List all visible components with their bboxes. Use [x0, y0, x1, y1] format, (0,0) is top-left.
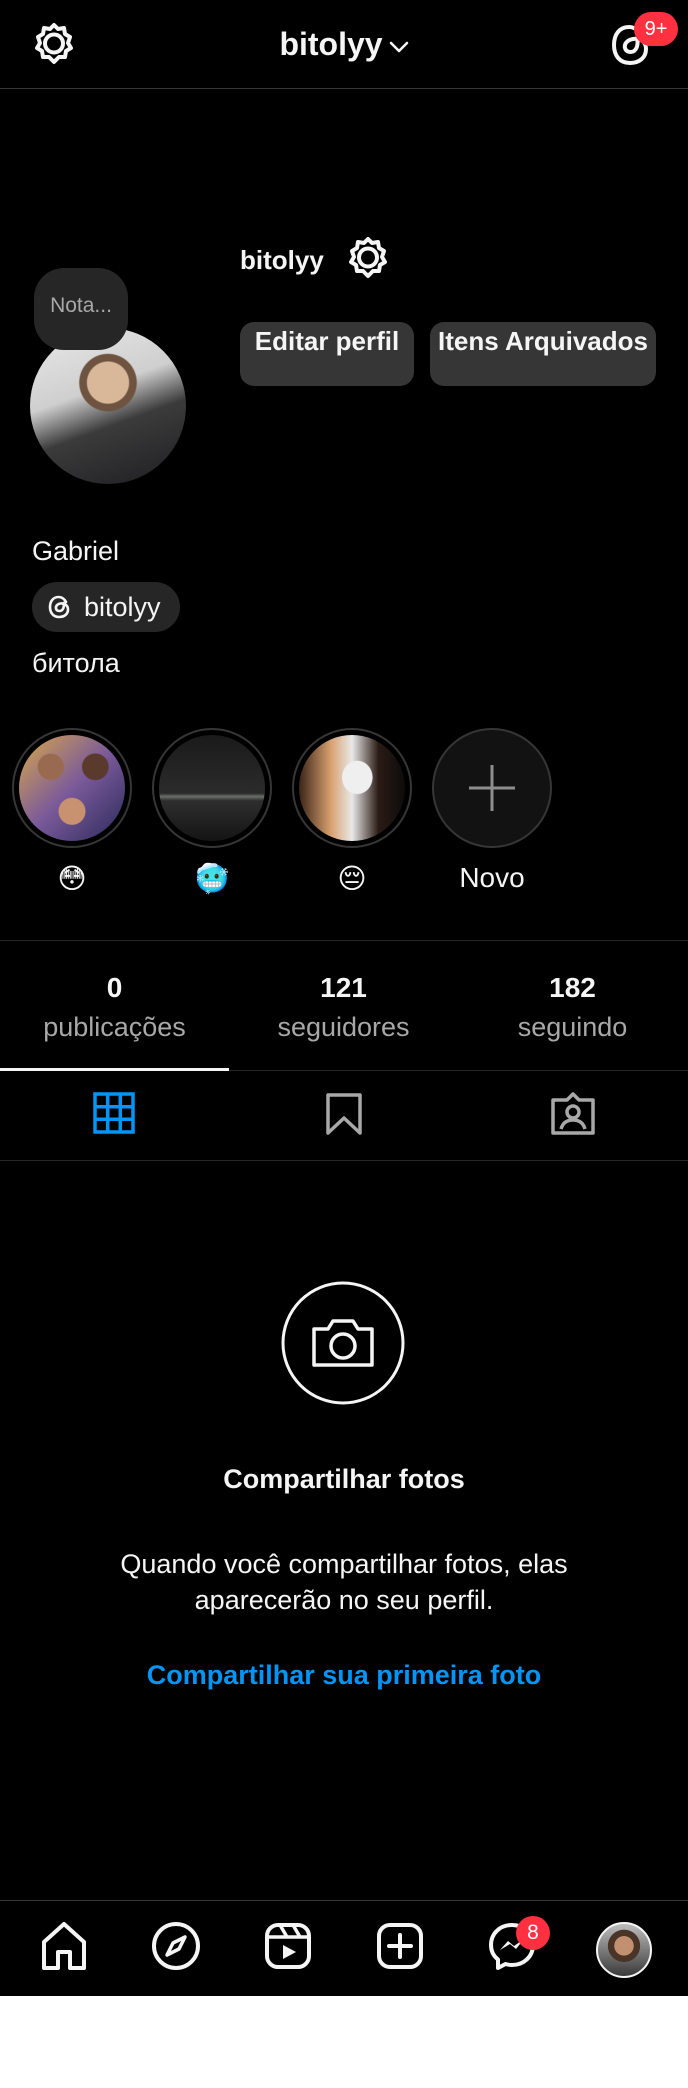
camera-icon: [281, 1281, 405, 1405]
posts-label: publicações: [43, 1012, 186, 1042]
share-first-photo-link[interactable]: Compartilhar sua primeira foto: [0, 1660, 688, 1691]
highlight-2-image: [159, 735, 265, 841]
highlight-3[interactable]: [292, 728, 412, 848]
header-username: bitolyy: [279, 26, 383, 62]
bio-text: битола: [32, 648, 120, 678]
tagged-icon[interactable]: [550, 1090, 596, 1136]
chevron-down-icon: [389, 41, 409, 53]
bottom-nav: [0, 1900, 688, 1996]
profile-avatar-nav[interactable]: [596, 1922, 652, 1978]
highlight-3-image: [299, 735, 405, 841]
empty-state-title: Compartilhar fotos: [223, 1464, 465, 1494]
edit-profile-button[interactable]: Editar perfil: [240, 322, 414, 386]
saved-icon[interactable]: [324, 1092, 364, 1136]
profile-screen: bitolyy 9+ bitolyy Nota... Editar perfil…: [0, 0, 688, 1996]
highlight-3-label: 😔: [337, 863, 367, 894]
note-bubble[interactable]: Nota...: [34, 268, 128, 350]
notification-badge: 9+: [634, 12, 678, 46]
display-name: Gabriel: [32, 536, 120, 566]
create-icon[interactable]: [372, 1918, 428, 1974]
account-switcher[interactable]: bitolyy: [0, 26, 688, 63]
highlight-1-image: [19, 735, 125, 841]
highlight-2[interactable]: [152, 728, 272, 848]
threads-small-icon: [46, 593, 74, 621]
posts-count: 0: [106, 972, 123, 1003]
reels-icon[interactable]: [260, 1918, 316, 1974]
empty-state-text: Quando você compartilhar fotos, elas apa…: [120, 1549, 568, 1615]
explore-icon[interactable]: [148, 1918, 204, 1974]
new-highlight-label: Novo: [459, 862, 525, 893]
followers-count[interactable]: 121: [229, 972, 458, 1004]
active-tab-indicator: [0, 1068, 229, 1071]
messages-badge: 8: [516, 1916, 550, 1950]
options-gear-icon[interactable]: [346, 236, 390, 280]
threads-handle: bitolyy: [84, 592, 161, 622]
new-highlight-button[interactable]: [432, 728, 552, 848]
following-label[interactable]: seguindo: [458, 1012, 687, 1043]
highlight-1-label: 😳: [57, 863, 87, 894]
profile-avatar[interactable]: [30, 328, 186, 484]
home-icon[interactable]: [36, 1918, 92, 1974]
highlight-2-label: 🥶: [194, 863, 230, 894]
highlight-1[interactable]: [12, 728, 132, 848]
divider: [0, 1160, 688, 1161]
threads-badge[interactable]: bitolyy: [32, 582, 180, 632]
followers-label[interactable]: seguidores: [229, 1012, 458, 1043]
following-count[interactable]: 182: [458, 972, 687, 1004]
profile-username: bitolyy: [240, 245, 324, 275]
divider: [0, 940, 688, 941]
grid-icon[interactable]: [93, 1092, 135, 1134]
archive-button[interactable]: Itens Arquivados: [430, 322, 656, 386]
plus-icon: [465, 761, 519, 815]
